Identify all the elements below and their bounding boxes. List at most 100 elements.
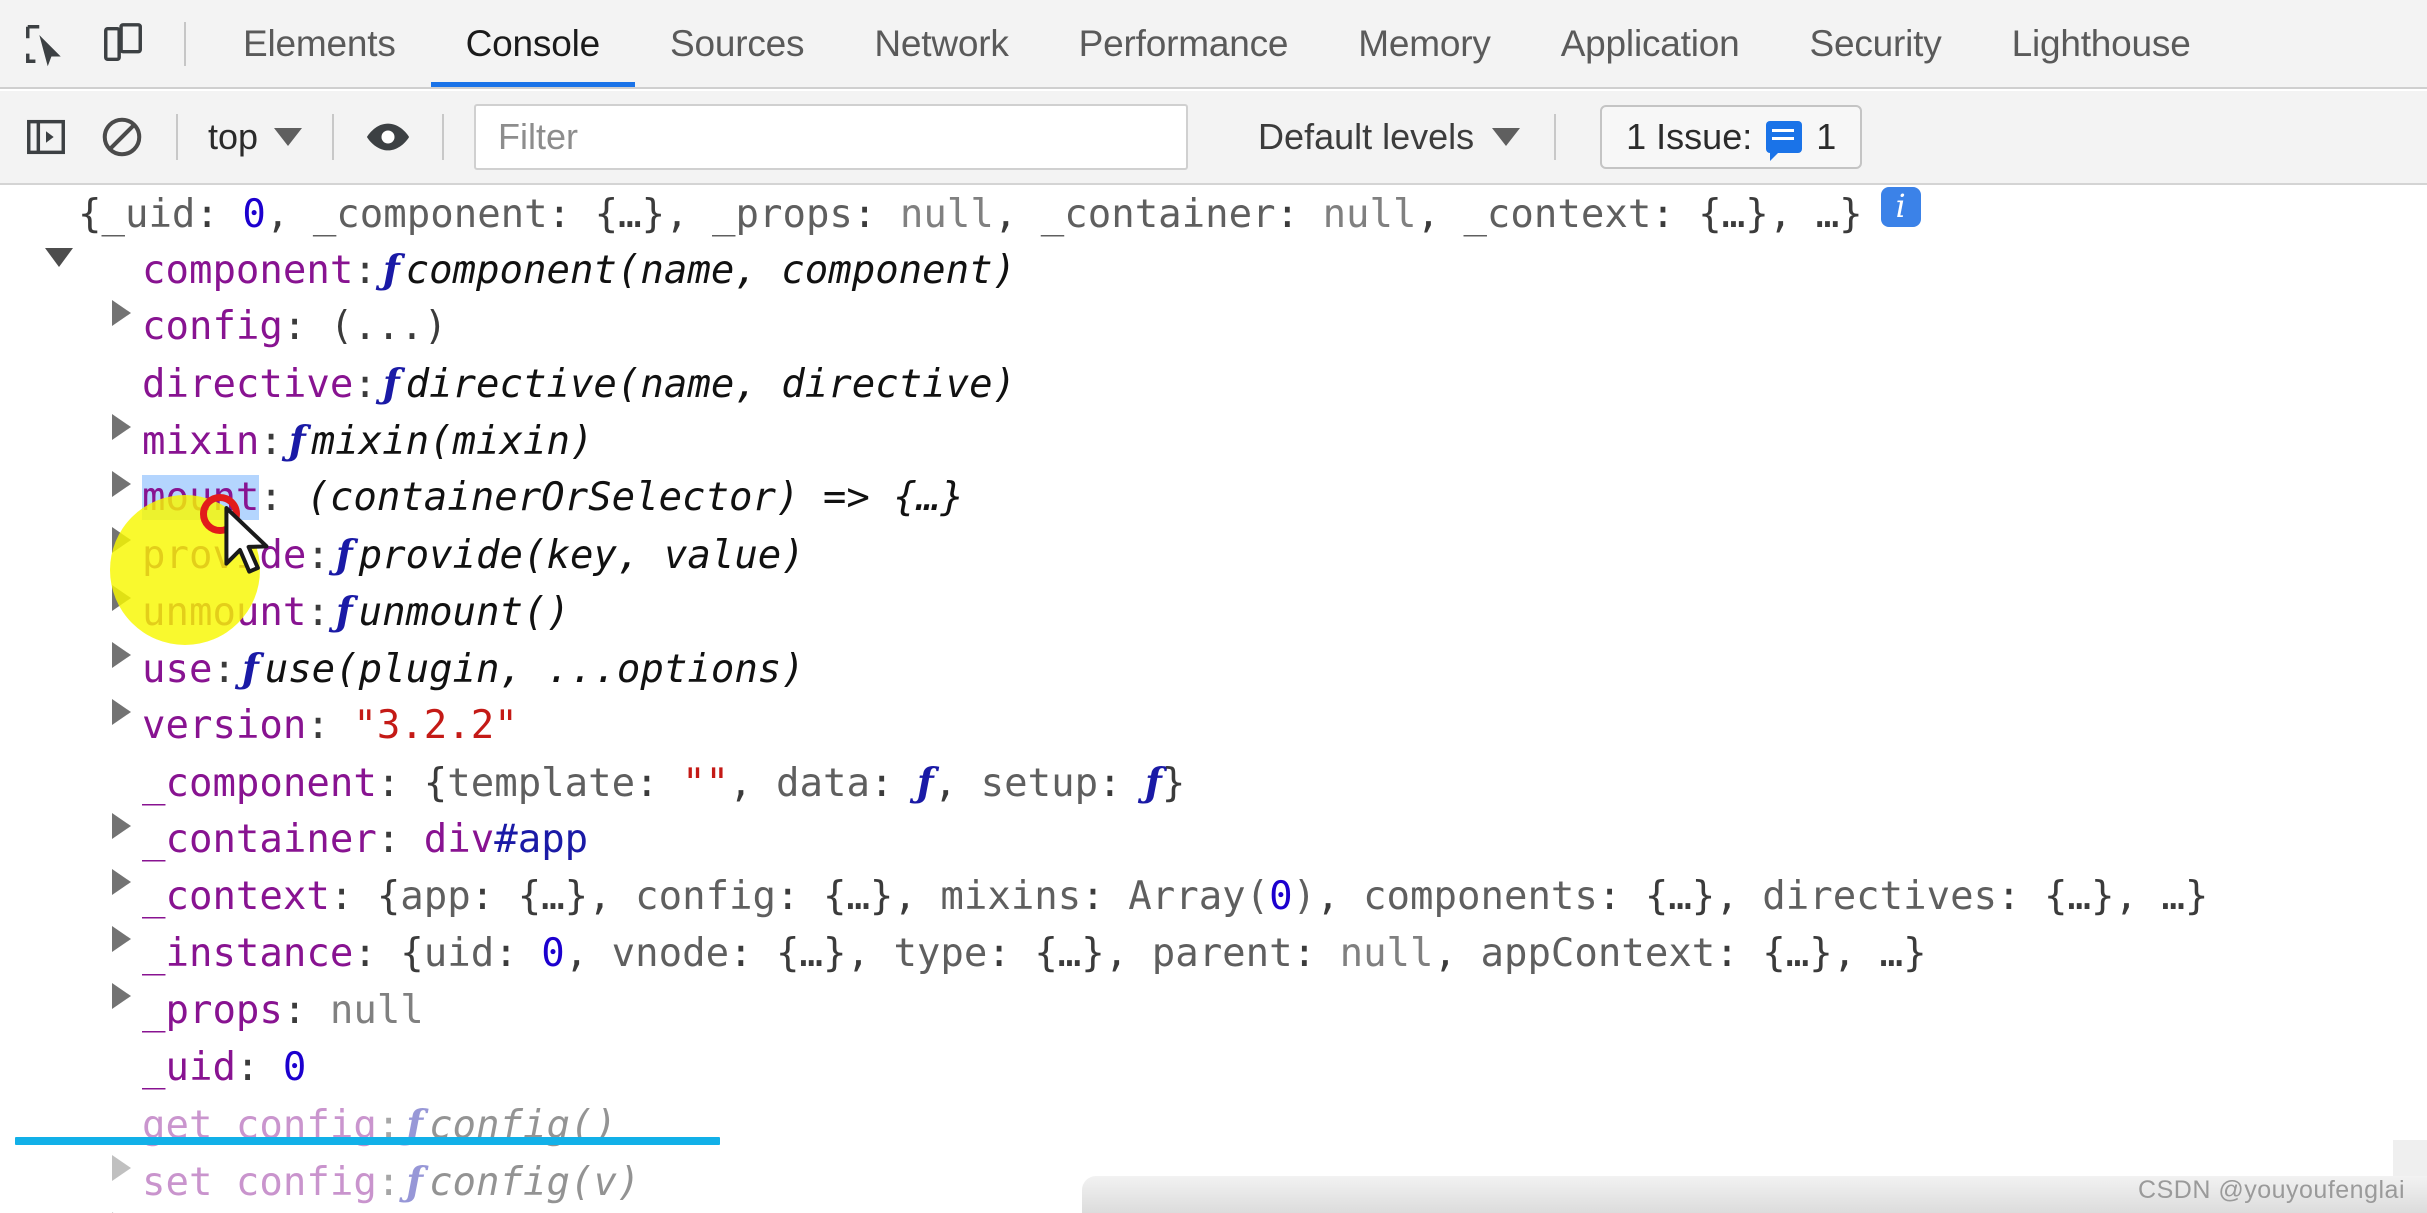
root-val-component[interactable]: {…} (595, 192, 665, 237)
console-message-root[interactable]: {_uid: 0, _component: {…}, _props: null,… (0, 187, 2427, 267)
toolbar-divider-1 (176, 114, 178, 160)
property-key: set config (142, 1160, 377, 1205)
console-toolbar: top Filter Default levels 1 Issue: 1 (0, 91, 2427, 185)
clear-console-icon[interactable] (84, 91, 160, 183)
property-key: _props (142, 988, 283, 1033)
property-key: _context (142, 874, 330, 919)
dom-node-tag[interactable]: div (424, 817, 494, 862)
property-value: directive(name, directive) (405, 362, 1017, 407)
property-row-provide[interactable]: provide: ƒ provide(key, value) (0, 532, 2427, 611)
property-row-version[interactable]: version: "3.2.2" (0, 703, 2427, 760)
property-key: unmount (142, 590, 307, 635)
property-value: null (329, 988, 424, 1033)
create-live-expression-icon[interactable] (350, 91, 426, 183)
tab-elements[interactable]: Elements (208, 0, 431, 87)
property-value: "3.2.2" (353, 703, 518, 748)
property-row-unmount[interactable]: unmount: ƒ unmount() (0, 589, 2427, 668)
property-row-_uid[interactable]: _uid: 0 (0, 1045, 2427, 1102)
info-badge-icon[interactable] (1880, 187, 1921, 227)
console-output[interactable]: {_uid: 0, _component: {…}, _props: null,… (0, 187, 2427, 1213)
property-key: _component (142, 761, 377, 806)
property-row-config[interactable]: config: (...) (0, 304, 2427, 361)
property-key: provide (142, 533, 307, 578)
function-glyph-icon: ƒ (1145, 760, 1162, 806)
root-key-component: _component (312, 192, 548, 237)
tab-security[interactable]: Security (1775, 0, 1977, 87)
function-glyph-icon: ƒ (406, 1159, 424, 1205)
property-row-directive[interactable]: directive: ƒ directive(name, directive) (0, 361, 2427, 440)
function-glyph-icon: ƒ (382, 361, 400, 407)
property-key: directive (142, 362, 354, 407)
root-key-context: _context (1463, 192, 1652, 237)
watermark-text: CSDN @youyoufenglai (2138, 1176, 2405, 1204)
toolbar-divider-4 (1554, 114, 1557, 160)
property-row-_props[interactable]: _props: null (0, 988, 2427, 1045)
device-toolbar-icon[interactable] (84, 0, 162, 87)
root-key-props: _props (712, 192, 853, 237)
devtools-tabbar: Elements Console Sources Network Perform… (0, 0, 2427, 89)
tab-lighthouse[interactable]: Lighthouse (1977, 0, 2226, 87)
tab-network[interactable]: Network (839, 0, 1043, 87)
property-key[interactable]: mount (142, 475, 260, 520)
property-value: provide(key, value) (358, 533, 805, 578)
log-levels-selector[interactable]: Default levels (1258, 116, 1521, 158)
execution-context-selector[interactable]: top (194, 107, 316, 167)
property-row-use[interactable]: use: ƒ use(plugin, ...options) (0, 646, 2427, 725)
function-glyph-icon: ƒ (335, 589, 353, 635)
property-value: component(name, component) (405, 248, 1017, 293)
property-key: use (142, 647, 213, 692)
property-key: _container (142, 817, 377, 862)
console-filter-input[interactable]: Filter (474, 104, 1189, 170)
root-val-props: null (899, 192, 994, 237)
tab-console[interactable]: Console (430, 0, 636, 87)
dom-node-id[interactable]: #app (494, 817, 588, 862)
tab-sources[interactable]: Sources (635, 0, 839, 87)
property-row-component[interactable]: component: ƒ component(name, component) (0, 247, 2427, 326)
property-value: use(plugin, ...options) (264, 647, 805, 692)
root-val-container: null (1322, 192, 1417, 237)
tab-application[interactable]: Application (1526, 0, 1775, 87)
playback-progress-bar (15, 1137, 720, 1145)
property-row-_container[interactable]: _container: div #app (0, 817, 2427, 895)
function-glyph-icon: ƒ (335, 532, 353, 578)
show-console-sidebar-icon[interactable] (8, 91, 84, 183)
property-row-mount[interactable]: mount: (containerOrSelector) => {…} (0, 475, 2427, 553)
property-row-mixin[interactable]: mixin: ƒ mixin(mixin) (0, 418, 2427, 497)
property-value: (containerOrSelector) => {…} (306, 475, 964, 520)
issues-speech-bubble-icon (1766, 121, 1803, 161)
root-key-container: _container (1040, 192, 1276, 237)
panel-tabs: Elements Console Sources Network Perform… (208, 0, 2226, 87)
property-value: 0 (282, 1045, 307, 1090)
function-glyph-icon: ƒ (382, 247, 400, 293)
toolbar-divider-3 (442, 114, 445, 160)
tab-performance[interactable]: Performance (1044, 0, 1324, 87)
root-brace-open: { (78, 192, 102, 237)
tab-memory[interactable]: Memory (1323, 0, 1525, 87)
property-value: unmount() (358, 590, 570, 635)
property-row-get-config[interactable]: get config: ƒ config() (0, 1102, 2427, 1181)
inspect-element-icon[interactable] (6, 0, 84, 87)
chevron-down-icon (1492, 128, 1521, 146)
issues-label: 1 Issue: (1626, 116, 1753, 157)
property-row-_context[interactable]: _context: {app: {…}, config: {…}, mixins… (0, 874, 2427, 952)
property-key: version (142, 703, 307, 748)
function-glyph-icon: ƒ (916, 760, 934, 806)
root-key-uid: _uid (101, 192, 196, 237)
property-key: mixin (142, 419, 260, 464)
root-val-uid: 0 (242, 192, 266, 237)
filter-placeholder: Filter (498, 116, 579, 157)
property-value[interactable]: (...) (330, 304, 447, 349)
property-key: component (142, 248, 354, 293)
property-key: config (142, 304, 283, 349)
property-value: mixin(mixin) (311, 419, 594, 464)
issues-button[interactable]: 1 Issue: 1 (1600, 105, 1863, 169)
issues-count: 1 (1816, 116, 1837, 157)
devtools-window: Elements Console Sources Network Perform… (0, 0, 2427, 1213)
root-val-context[interactable]: {…} (1698, 192, 1768, 237)
toolbar-divider-2 (332, 114, 335, 160)
function-glyph-icon: ƒ (288, 418, 306, 464)
log-levels-label: Default levels (1258, 116, 1475, 157)
property-key: _uid (142, 1045, 236, 1090)
property-row-_component[interactable]: _component: {template: "", data: ƒ, setu… (0, 760, 2427, 839)
property-row-_instance[interactable]: _instance: {uid: 0, vnode: {…}, type: {…… (0, 931, 2427, 1009)
